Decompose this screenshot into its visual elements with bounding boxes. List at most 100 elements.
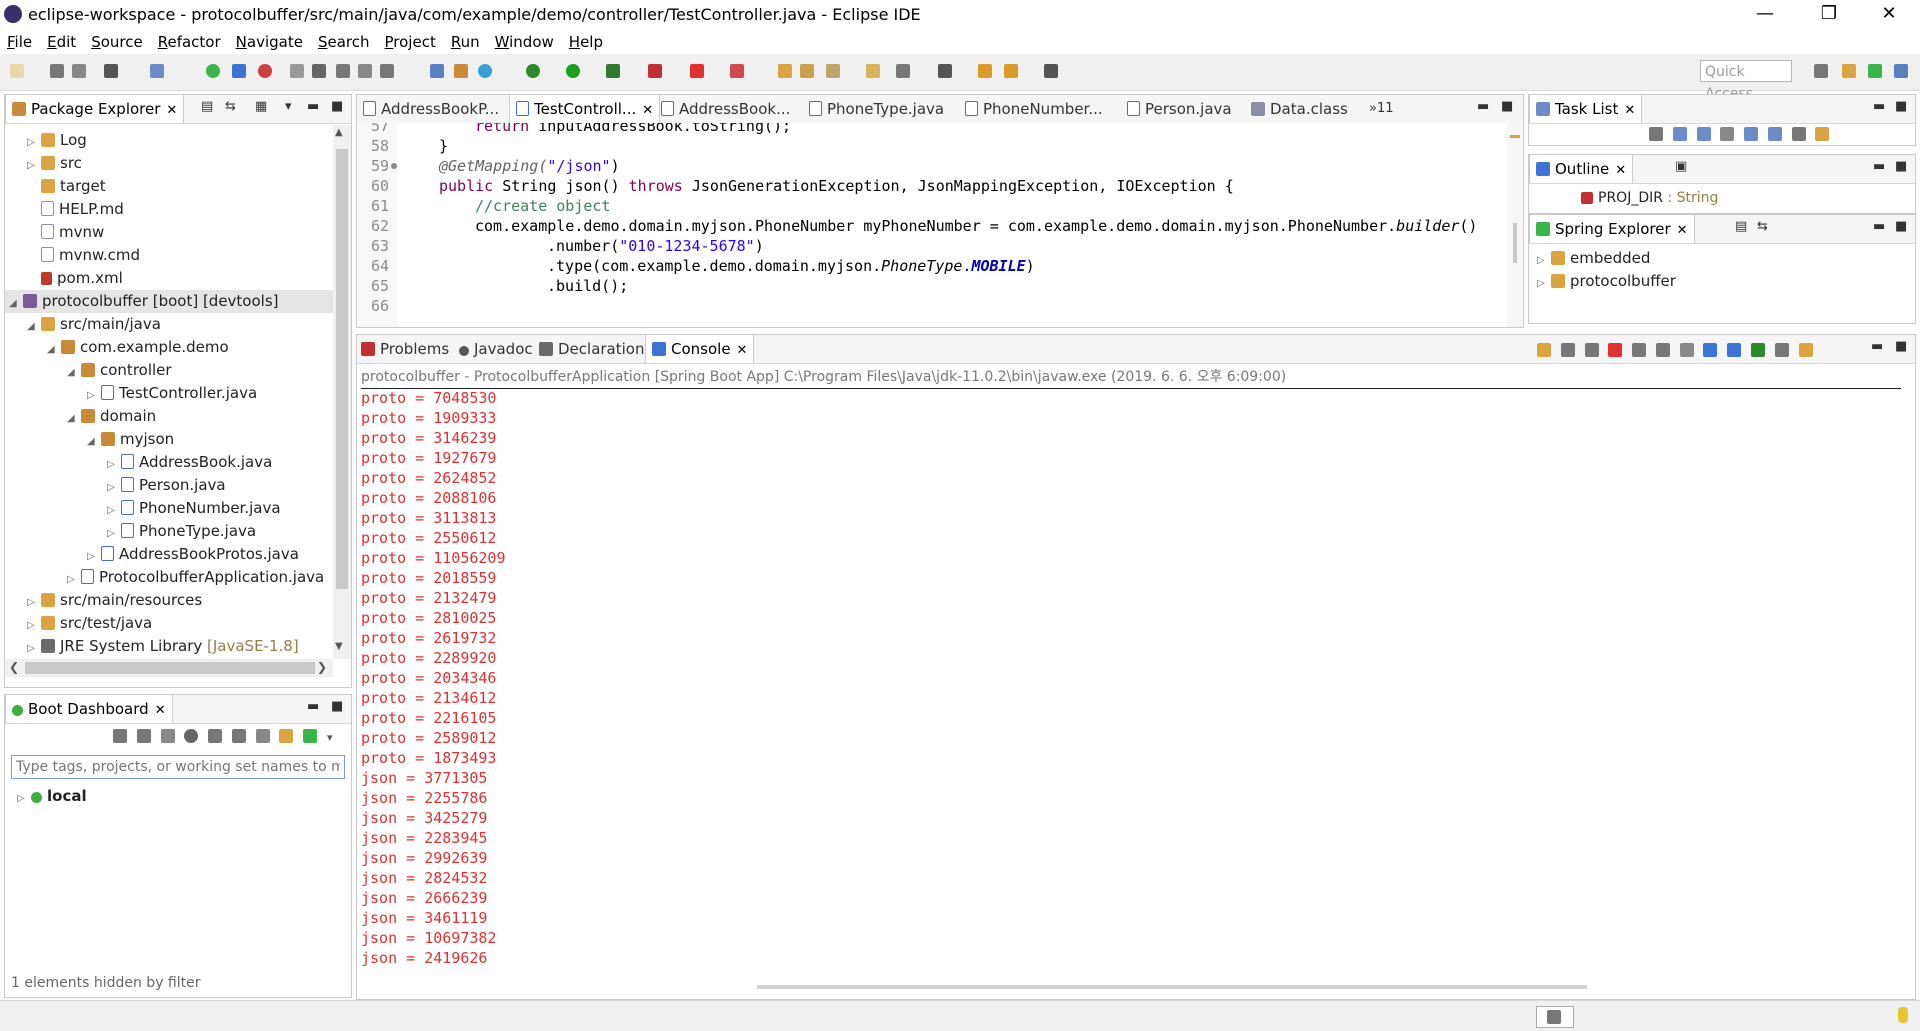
tree-item[interactable]: ▷ JRE System Library [JavaSE-1.8] bbox=[27, 635, 299, 658]
debug-icon[interactable] bbox=[526, 64, 540, 78]
tree-item[interactable]: ▷ PhoneNumber.java bbox=[107, 497, 281, 520]
tab-phonenumber[interactable]: PhoneNumber... bbox=[965, 95, 1103, 123]
settings-icon[interactable] bbox=[104, 64, 118, 78]
console-horizontal-scrollbar[interactable] bbox=[757, 985, 1587, 989]
expand-icon[interactable]: ▷ bbox=[27, 154, 41, 177]
open-type-icon[interactable] bbox=[336, 64, 350, 78]
menu-run[interactable]: Run bbox=[444, 30, 488, 54]
tree-item[interactable]: ◢ domain bbox=[67, 405, 156, 428]
remove-launch-icon[interactable] bbox=[1537, 343, 1551, 357]
spring-item-embedded[interactable]: ▷ embedded bbox=[1537, 247, 1650, 270]
tree-item[interactable]: ▷ Log bbox=[27, 129, 87, 152]
tab-phonetype[interactable]: PhoneType.java bbox=[809, 95, 944, 123]
menu-edit[interactable]: Edit bbox=[40, 30, 84, 54]
expand-icon[interactable]: ▷ bbox=[87, 384, 101, 407]
outline-item[interactable]: PROJ_DIR : String bbox=[1581, 187, 1718, 210]
menu-search[interactable]: Search bbox=[311, 30, 378, 54]
expand-icon[interactable]: ▷ bbox=[107, 453, 121, 476]
expand-icon[interactable]: ▷ bbox=[1537, 249, 1551, 272]
collapse-all-icon[interactable] bbox=[1791, 127, 1806, 141]
menu-help[interactable]: Help bbox=[562, 30, 611, 54]
clear-console-icon[interactable] bbox=[1632, 343, 1647, 357]
annotation-icon[interactable] bbox=[866, 64, 880, 78]
restore-button[interactable]: ❐ bbox=[1806, 0, 1852, 30]
refresh-icon[interactable] bbox=[1815, 127, 1830, 141]
menu-refactor[interactable]: Refactor bbox=[151, 30, 229, 54]
chevron-down-icon[interactable]: ▾ bbox=[327, 731, 333, 744]
tree-item[interactable]: ▷ Person.java bbox=[107, 474, 226, 497]
maximize-icon[interactable]: ■ bbox=[331, 99, 343, 114]
expand-icon[interactable]: ◢ bbox=[67, 361, 81, 384]
open-console-icon[interactable] bbox=[1798, 343, 1813, 357]
expand-icon[interactable]: ▷ bbox=[1537, 272, 1551, 295]
coverage-icon[interactable] bbox=[606, 64, 620, 78]
link-editor-icon[interactable]: ⇆ bbox=[225, 99, 236, 114]
skip-breakpoints-icon[interactable] bbox=[150, 64, 164, 78]
filter-input[interactable] bbox=[11, 755, 345, 779]
tree-item[interactable]: ◢ com.example.demo bbox=[47, 336, 229, 359]
spring-perspective-icon[interactable] bbox=[1868, 64, 1882, 78]
tree-item[interactable]: ◢ myjson bbox=[87, 428, 174, 451]
more-tabs-button[interactable]: »11 bbox=[1369, 95, 1394, 123]
minimize-icon[interactable]: ▬ bbox=[1873, 159, 1885, 174]
stop-icon[interactable] bbox=[160, 729, 175, 743]
maximize-icon[interactable]: ■ bbox=[331, 699, 343, 714]
filter-icon[interactable] bbox=[1720, 127, 1735, 141]
tree-item[interactable]: ▷ AddressBookProtos.java bbox=[87, 543, 299, 566]
tree-item[interactable]: ▷ ProtocolbufferApplication.java bbox=[67, 566, 324, 589]
minimize-icon[interactable]: ▬ bbox=[1873, 99, 1885, 114]
remove-all-icon[interactable] bbox=[1560, 343, 1575, 357]
scroll-lock-icon[interactable] bbox=[1655, 343, 1670, 357]
horizontal-scrollbar[interactable]: ❮ ❯ bbox=[5, 659, 333, 677]
close-button[interactable]: ✕ bbox=[1866, 0, 1912, 30]
next-annotation-icon[interactable] bbox=[896, 64, 910, 78]
overview-ruler[interactable] bbox=[1507, 123, 1523, 327]
expand-icon[interactable]: ▷ bbox=[67, 568, 81, 591]
show-stdout-icon[interactable] bbox=[1703, 343, 1718, 357]
back-icon[interactable] bbox=[978, 64, 992, 78]
expand-icon[interactable]: ▷ bbox=[17, 787, 31, 810]
show-stderr-icon[interactable] bbox=[1727, 343, 1742, 357]
open-folder-icon[interactable] bbox=[778, 64, 792, 78]
menu-window[interactable]: Window bbox=[488, 30, 562, 54]
external-tools-icon[interactable] bbox=[648, 64, 662, 78]
clear-launches-icon[interactable] bbox=[1584, 343, 1599, 357]
collapse-all-icon[interactable]: ▤ bbox=[201, 99, 213, 114]
quick-access-field[interactable]: Quick Access bbox=[1700, 60, 1792, 102]
spring-item-protocolbuffer[interactable]: ▷ protocolbuffer bbox=[1537, 270, 1676, 293]
tab-person[interactable]: Person.java bbox=[1127, 95, 1232, 123]
save-icon[interactable] bbox=[50, 64, 64, 78]
tab-declaration[interactable]: Declaration bbox=[539, 335, 644, 363]
minimize-icon[interactable]: ▬ bbox=[1477, 99, 1489, 114]
run-icon[interactable] bbox=[566, 64, 580, 78]
display-console-icon[interactable] bbox=[1774, 343, 1789, 357]
tree-item[interactable]: mvnw bbox=[27, 221, 104, 244]
start-icon[interactable] bbox=[113, 729, 127, 743]
stop-icon[interactable] bbox=[690, 64, 704, 78]
expand-icon[interactable]: ◢ bbox=[47, 338, 61, 361]
console-icon[interactable] bbox=[208, 729, 223, 743]
edit-config-icon[interactable] bbox=[231, 729, 246, 743]
forward-icon[interactable] bbox=[1044, 64, 1058, 78]
terminate-icon[interactable] bbox=[1608, 343, 1623, 357]
new-task-icon[interactable] bbox=[1649, 127, 1663, 141]
fold-marker-icon[interactable] bbox=[391, 163, 397, 169]
tab-package-explorer[interactable]: Package Explorer ✕ bbox=[5, 95, 185, 123]
tree-item[interactable]: ▷ src bbox=[27, 152, 82, 175]
focus-icon[interactable] bbox=[1744, 127, 1759, 141]
maximize-icon[interactable]: ■ bbox=[1895, 159, 1907, 174]
tree-item[interactable]: ◢ controller bbox=[67, 359, 172, 382]
java-perspective-icon[interactable] bbox=[1894, 64, 1908, 78]
expand-icon[interactable]: ▷ bbox=[27, 637, 41, 659]
expand-icon[interactable]: ▷ bbox=[27, 591, 41, 614]
close-icon[interactable]: ✕ bbox=[737, 343, 748, 358]
code-editor[interactable]: 57 58 59 60 61 62 63 64 65 66 return inp… bbox=[357, 123, 1507, 327]
console-output[interactable]: proto = 7048530 proto = 1909333 proto = 31… bbox=[357, 389, 1913, 983]
minimize-icon[interactable]: ▬ bbox=[1873, 219, 1885, 234]
paragraph-icon[interactable] bbox=[380, 64, 394, 78]
layout-icon[interactable] bbox=[232, 64, 246, 78]
tab-task-list[interactable]: Task List ✕ bbox=[1529, 95, 1643, 123]
debug-icon[interactable] bbox=[136, 729, 151, 743]
link-editor-icon[interactable]: ⇆ bbox=[1757, 219, 1768, 234]
word-wrap-icon[interactable] bbox=[1679, 343, 1694, 357]
